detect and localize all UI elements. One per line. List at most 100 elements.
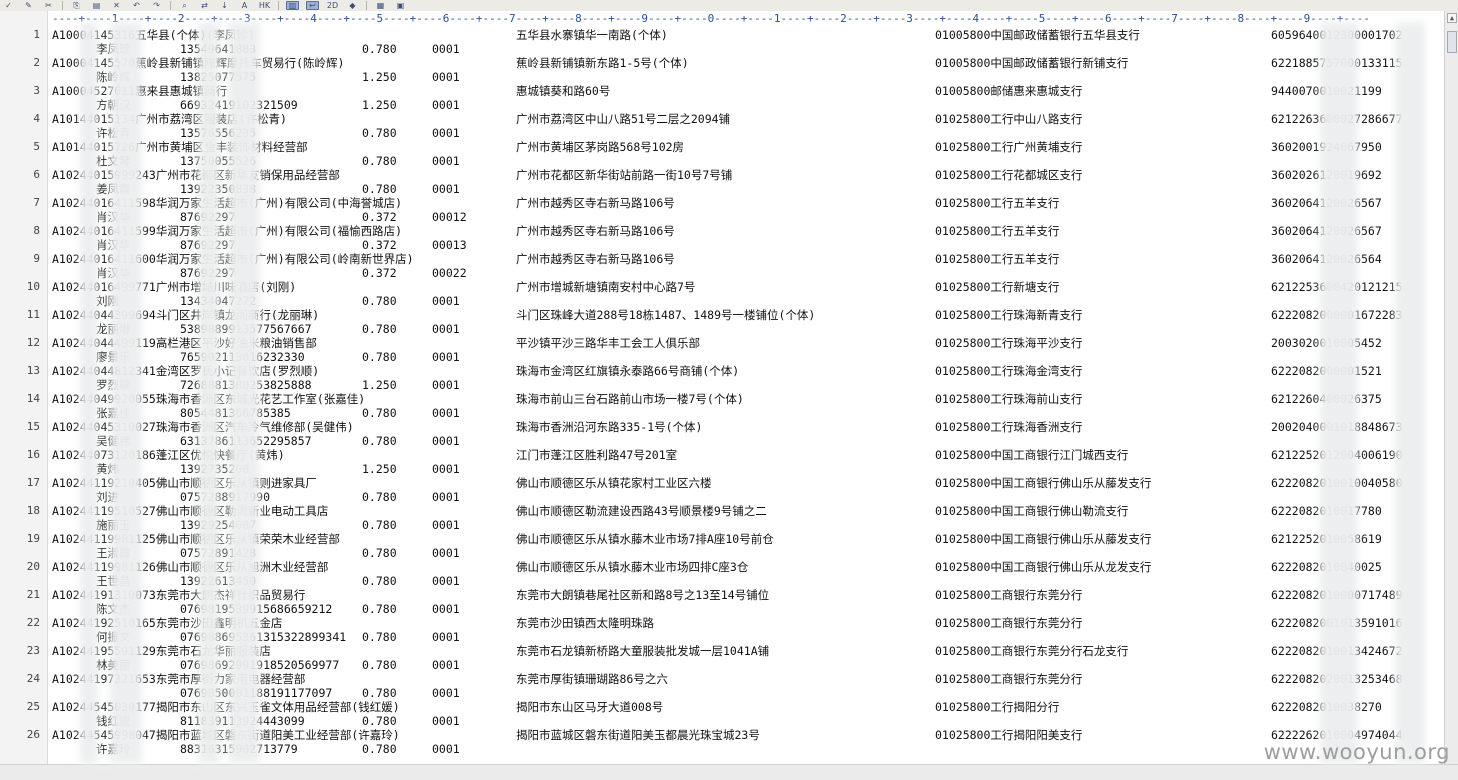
record-row: 20 A10244119981126佛山市顺德区乐从旭洲木业经营部 佛山市顺德区乐从… (0, 560, 1444, 588)
phone-number: 076988695361315322899341 (180, 630, 347, 644)
line-number: 19 (26, 532, 40, 545)
text-editor[interactable]: ----+----1----+----2----+----3----+----4… (0, 11, 1444, 764)
phone-number: 13922350838 (180, 182, 257, 196)
wrap-icon[interactable]: ↩ (306, 1, 319, 10)
contact-person: 张嘉佳 (96, 406, 131, 420)
bank-name: 01025800工行五羊支行 (935, 252, 1060, 266)
phone-number: 1392735208 (180, 462, 250, 476)
record-row: 10 A10244016499771广州市增城川味酒店(刘刚) 广州市增城新塘镇南安… (0, 280, 1444, 308)
record-row: 6 A10244015999243广州市花都区新华友销保用品经营部 广州市花都区新华… (0, 168, 1444, 196)
record-row: 21 A10244191310073东莞市大朗杰祥针织品贸易行 东莞市大朗镇巷尾社区… (0, 588, 1444, 616)
fee-rate: 1.250 (362, 378, 397, 392)
terminal-code: 0001 (432, 630, 460, 644)
undo-icon[interactable]: ↶ (130, 1, 143, 10)
bank-name: 01025800工商银行东莞分行 (935, 588, 1083, 602)
contact-person: 陈文杰 (96, 602, 131, 616)
fee-rate: 0.780 (362, 434, 397, 448)
fee-rate: 0.780 (362, 406, 397, 420)
phone-number: 07698692991918520569977 (180, 658, 340, 672)
bank-name: 01025800工行广州黄埔支行 (935, 140, 1083, 154)
redo-icon[interactable]: ↷ (150, 1, 163, 10)
merchant-name: A10244195591129东莞市石龙华丽服装店 (52, 644, 271, 658)
vertical-scrollbar[interactable]: ▲ (1444, 11, 1458, 764)
contact-person: 罗烈顺 (96, 378, 131, 392)
merchant-name: A10244191310073东莞市大朗杰祥针织品贸易行 (52, 588, 306, 602)
merchant-address: 广州市越秀区寺右新马路106号 (516, 252, 675, 266)
zoom-icon[interactable]: 2D (326, 1, 339, 10)
fee-rate: 1.250 (362, 462, 397, 476)
phone-number: 13922613450 (180, 574, 257, 588)
column-mode-icon[interactable]: ▥ (286, 1, 299, 10)
highlight-icon[interactable]: ◆ (346, 1, 359, 10)
merchant-name: A10244119981125佛山市顺德区乐从镇荣荣木业经营部 (52, 532, 340, 546)
phone-number: 0769819539915686659212 (180, 602, 333, 616)
line-number: 7 (33, 196, 40, 209)
merchant-address: 佛山市顺德区乐从镇花家村工业区六楼 (516, 476, 712, 490)
account-number: 3602001924067950 (1271, 140, 1382, 154)
record-row: 11 A10244044399694斗门区井岸镇龙阁商行(龙丽琳) 斗门区珠峰大道2… (0, 308, 1444, 336)
account-number: 6222082010010040580 (1271, 476, 1403, 490)
merchant-name: A10244545030177揭阳市东山区东兴玉雀文体用品经营部(钱红媛) (52, 700, 400, 714)
contact-person: 肖汉华 (96, 210, 131, 224)
bank-name: 01025800工行花都城区支行 (935, 168, 1083, 182)
replace-icon[interactable]: ⇄ (198, 1, 211, 10)
delete-icon[interactable]: ✕ (110, 1, 123, 10)
cut-icon[interactable]: ✂ (42, 1, 55, 10)
record-row: 22 A10244192510165东莞市沙田鑫明机五金店 东莞市沙田镇西太隆明珠路… (0, 616, 1444, 644)
contact-person: 廖景乐 (96, 350, 131, 364)
account-number: 2002040001018848673 (1271, 420, 1403, 434)
phone-number: 0769850001188191177097 (180, 686, 333, 700)
scrollbar-thumb[interactable] (1447, 31, 1457, 53)
account-number: 6222082010040025 (1271, 560, 1382, 574)
record-row: 16 A10244073120186蓬江区优悦快餐厅(黄炜) 江门市蓬江区胜利路47… (0, 448, 1444, 476)
phone-number: 6313786113652295857 (180, 434, 312, 448)
account-number: 3602026120019692 (1271, 168, 1382, 182)
account-number: 6222082010013424672 (1271, 644, 1403, 658)
account-number: 6222082000001521 (1271, 364, 1382, 378)
hex-icon[interactable]: HK (258, 1, 271, 10)
line-number: 18 (26, 504, 40, 517)
merchant-address: 珠海市前山三台石路前山市场一楼7号(个体) (516, 392, 744, 406)
merchant-address: 五华县水寨镇华一南路(个体) (516, 28, 668, 42)
account-number: 2003020010005452 (1271, 336, 1382, 350)
record-row: 25 A10244545030177揭阳市东山区东兴玉雀文体用品经营部(钱红媛) 揭… (0, 700, 1444, 728)
line-number: 22 (26, 616, 40, 629)
settings-icon[interactable]: ▣ (394, 1, 407, 10)
search-icon[interactable]: ⌕ (178, 1, 191, 10)
record-row: 23 A10244195591129东莞市石龙华丽服装店 东莞市石龙镇新桥路大童服装… (0, 644, 1444, 672)
record-row: 19 A10244119981125佛山市顺德区乐从镇荣荣木业经营部 佛山市顺德区乐… (0, 532, 1444, 560)
phone-number: 88316315902713779 (180, 742, 298, 756)
phone-number: 8054481366785385 (180, 406, 291, 420)
bank-name: 01025800中国工商银行佛山乐从藤发支行 (935, 532, 1152, 546)
copy-icon[interactable]: ⎘ (70, 1, 83, 10)
phone-number: 87692297 (180, 210, 236, 224)
fee-rate: 0.372 (362, 210, 397, 224)
edit-icon[interactable]: ✎ (22, 1, 35, 10)
line-number: 23 (26, 644, 40, 657)
phone-number: 87692297 (180, 266, 236, 280)
paste-icon[interactable]: ▤ (90, 1, 103, 10)
find-next-icon[interactable]: ↓ (218, 1, 231, 10)
contact-person: 李凤珍 (96, 42, 131, 56)
terminal-code: 0001 (432, 182, 460, 196)
bank-name: 01025800工行珠海金湾支行 (935, 364, 1083, 378)
print-icon[interactable]: ▦ (374, 1, 387, 10)
fee-rate: 1.250 (362, 70, 397, 84)
check-icon[interactable]: ✓ (2, 1, 15, 10)
scroll-up-arrow-icon[interactable]: ▲ (1447, 13, 1457, 23)
fee-rate: 0.780 (362, 490, 397, 504)
terminal-code: 0001 (432, 294, 460, 308)
account-number: 6222082010038270 (1271, 700, 1382, 714)
fee-rate: 0.780 (362, 602, 397, 616)
contact-person: 龙丽琳 (96, 322, 131, 336)
bank-name: 01005800中国邮政储蓄银行新铺支行 (935, 56, 1129, 70)
terminal-code: 0001 (432, 602, 460, 616)
font-icon[interactable]: A (238, 1, 251, 10)
merchant-name: A10244044399694斗门区井岸镇龙阁商行(龙丽琳) (52, 308, 320, 322)
merchant-name: A10244015999243广州市花都区新华友销保用品经营部 (52, 168, 340, 182)
terminal-code: 0001 (432, 546, 460, 560)
record-row: 12 A10244044499119高栏港区平沙好油米粮油销售部 平沙镇平沙三路华丰… (0, 336, 1444, 364)
fee-rate: 0.780 (362, 742, 397, 756)
merchant-name: A10144015726广州市黄埔区金丰装饰材料经营部 (52, 140, 308, 154)
horizontal-scrollbar[interactable] (0, 764, 1458, 780)
